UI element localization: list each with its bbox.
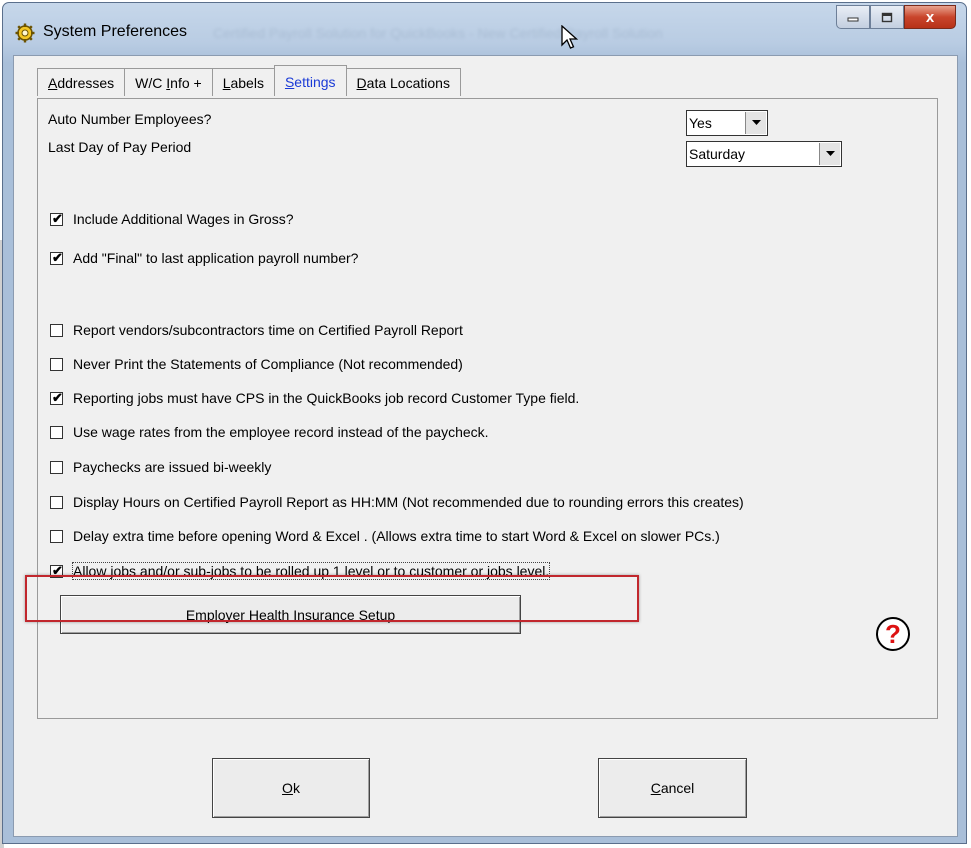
tab-wc-info[interactable]: W/C Info + bbox=[124, 68, 213, 96]
system-preferences-dialog: System Preferences Certified Payroll Sol… bbox=[2, 2, 967, 844]
reporting-jobs-cps-checkbox[interactable]: ✔ Reporting jobs must have CPS in the Qui… bbox=[50, 388, 579, 408]
use-wage-rates-checkbox[interactable]: Use wage rates from the employee record … bbox=[50, 422, 489, 442]
checkbox-box[interactable] bbox=[50, 425, 63, 439]
minimize-button[interactable] bbox=[836, 5, 870, 29]
checkbox-box[interactable] bbox=[50, 323, 63, 337]
dialog-client-area: Addresses W/C Info + Labels Settings Dat… bbox=[13, 55, 958, 837]
checkmark-icon: ✔ bbox=[52, 249, 63, 265]
delay-extra-time-checkbox[interactable]: Delay extra time before opening Word & E… bbox=[50, 526, 720, 546]
auto-number-label: Auto Number Employees? bbox=[48, 111, 212, 127]
bi-weekly-checkbox[interactable]: Paychecks are issued bi-weekly bbox=[50, 457, 271, 477]
checkmark-icon: ✔ bbox=[52, 210, 63, 226]
minimize-icon bbox=[847, 17, 859, 22]
background-window-title: Certified Payroll Solution for QuickBook… bbox=[213, 25, 663, 41]
last-day-label: Last Day of Pay Period bbox=[48, 139, 192, 155]
tab-data-locations[interactable]: Data Locations bbox=[345, 68, 461, 96]
cancel-button[interactable]: Cancel bbox=[598, 758, 747, 818]
last-day-value: Saturday bbox=[689, 146, 746, 162]
last-day-select[interactable]: Saturday bbox=[686, 141, 842, 167]
tab-settings[interactable]: Settings bbox=[273, 65, 347, 96]
never-print-statements-checkbox[interactable]: Never Print the Statements of Compliance… bbox=[50, 354, 463, 374]
close-icon: x bbox=[925, 8, 935, 26]
display-hours-hhmm-checkbox[interactable]: Display Hours on Certified Payroll Repor… bbox=[50, 492, 744, 512]
help-icon[interactable]: ? bbox=[876, 617, 910, 651]
include-additional-wages-checkbox[interactable]: ✔ Include Additional Wages in Gross? bbox=[50, 209, 294, 229]
report-vendors-checkbox[interactable]: Report vendors/subcontractors time on Ce… bbox=[50, 320, 463, 340]
chevron-down-icon[interactable] bbox=[745, 112, 766, 134]
window-controls: x bbox=[836, 5, 956, 29]
auto-number-value: Yes bbox=[689, 115, 712, 131]
maximize-icon bbox=[881, 12, 893, 22]
checkbox-box[interactable] bbox=[50, 460, 63, 474]
chevron-down-icon[interactable] bbox=[819, 143, 840, 165]
mouse-cursor-icon bbox=[561, 25, 579, 49]
highlight-annotation-box bbox=[25, 575, 639, 622]
tab-labels[interactable]: Labels bbox=[211, 68, 275, 96]
title-bar[interactable]: System Preferences Certified Payroll Sol… bbox=[3, 3, 966, 55]
auto-number-select[interactable]: Yes bbox=[686, 110, 768, 136]
tab-strip: Addresses W/C Info + Labels Settings Dat… bbox=[37, 65, 461, 98]
ok-button[interactable]: Ok bbox=[212, 758, 370, 818]
settings-panel: Auto Number Employees? Last Day of Pay P… bbox=[37, 98, 938, 719]
checkbox-box[interactable] bbox=[50, 529, 63, 543]
checkbox-box[interactable] bbox=[50, 495, 63, 509]
maximize-button[interactable] bbox=[870, 5, 904, 29]
tab-addresses[interactable]: Addresses bbox=[37, 68, 126, 96]
window-title: System Preferences bbox=[43, 23, 188, 40]
checkbox-box[interactable]: ✔ bbox=[50, 389, 63, 405]
checkbox-box[interactable] bbox=[50, 357, 63, 371]
checkmark-icon: ✔ bbox=[52, 389, 63, 405]
checkbox-box[interactable]: ✔ bbox=[50, 210, 63, 226]
checkbox-box[interactable]: ✔ bbox=[50, 249, 63, 265]
gear-app-icon bbox=[15, 23, 35, 43]
close-button[interactable]: x bbox=[904, 5, 956, 29]
add-final-checkbox[interactable]: ✔ Add "Final" to last application payroll… bbox=[50, 248, 358, 268]
